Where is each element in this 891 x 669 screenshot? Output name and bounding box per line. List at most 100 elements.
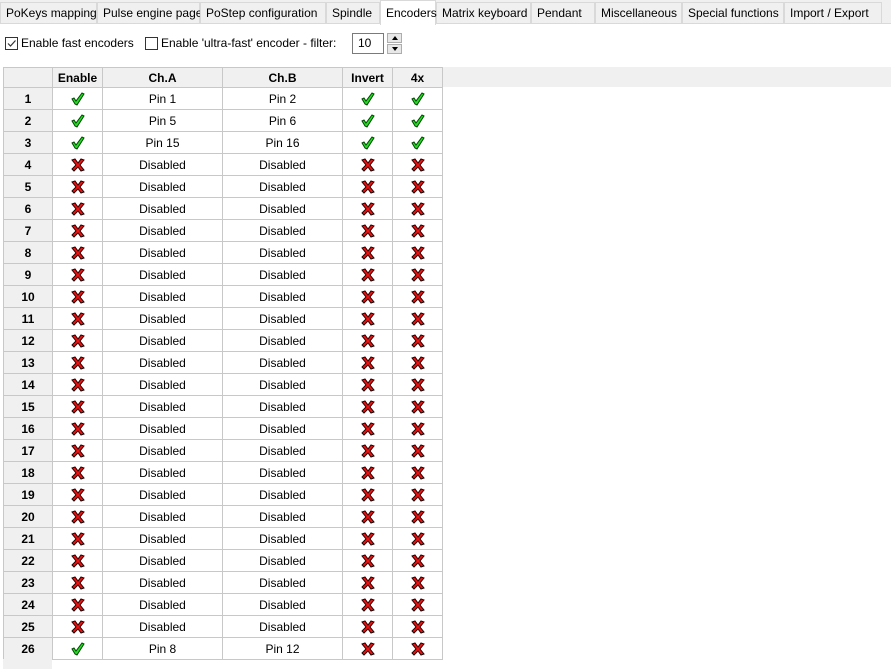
row-header[interactable]: 7 [3,219,53,242]
chb-cell[interactable]: Disabled [222,549,343,572]
enable-cell[interactable] [52,593,103,616]
x4-cell[interactable] [392,351,443,374]
tab-spindle[interactable]: Spindle [326,2,380,23]
cha-cell[interactable]: Disabled [102,219,223,242]
chb-cell[interactable]: Disabled [222,505,343,528]
x4-cell[interactable] [392,461,443,484]
row-header[interactable]: 22 [3,549,53,572]
row-header[interactable]: 18 [3,461,53,484]
enable-cell[interactable] [52,329,103,352]
invert-cell[interactable] [342,593,393,616]
enable-cell[interactable] [52,263,103,286]
enable-cell[interactable] [52,549,103,572]
x4-cell[interactable] [392,637,443,660]
enable-cell[interactable] [52,109,103,132]
x4-cell[interactable] [392,153,443,176]
x4-cell[interactable] [392,593,443,616]
cha-cell[interactable]: Disabled [102,285,223,308]
chb-cell[interactable]: Disabled [222,285,343,308]
invert-cell[interactable] [342,351,393,374]
cha-cell[interactable]: Disabled [102,395,223,418]
enable-cell[interactable] [52,197,103,220]
chb-cell[interactable]: Pin 2 [222,87,343,110]
tab-special-functions[interactable]: Special functions [682,2,784,23]
cha-cell[interactable]: Disabled [102,505,223,528]
x4-cell[interactable] [392,175,443,198]
x4-cell[interactable] [392,263,443,286]
invert-cell[interactable] [342,329,393,352]
tab-encoders[interactable]: Encoders [380,0,437,25]
x4-cell[interactable] [392,329,443,352]
invert-cell[interactable] [342,571,393,594]
invert-cell[interactable] [342,109,393,132]
enable-cell[interactable] [52,395,103,418]
enable-cell[interactable] [52,571,103,594]
row-header[interactable]: 1 [3,87,53,110]
cha-cell[interactable]: Disabled [102,417,223,440]
chb-cell[interactable]: Disabled [222,373,343,396]
x4-cell[interactable] [392,527,443,550]
row-header[interactable]: 16 [3,417,53,440]
x4-cell[interactable] [392,87,443,110]
tab-import-export[interactable]: Import / Export [784,2,882,23]
x4-cell[interactable] [392,505,443,528]
x4-cell[interactable] [392,131,443,154]
enable-cell[interactable] [52,241,103,264]
cha-cell[interactable]: Disabled [102,307,223,330]
x4-cell[interactable] [392,109,443,132]
row-header[interactable]: 13 [3,351,53,374]
chb-cell[interactable]: Disabled [222,307,343,330]
enable-cell[interactable] [52,505,103,528]
cha-cell[interactable]: Disabled [102,527,223,550]
cha-cell[interactable]: Disabled [102,483,223,506]
enable-cell[interactable] [52,637,103,660]
invert-cell[interactable] [342,263,393,286]
cha-cell[interactable]: Pin 8 [102,637,223,660]
tab-postep-configuration[interactable]: PoStep configuration [200,2,326,23]
invert-cell[interactable] [342,307,393,330]
row-header[interactable]: 26 [3,637,53,660]
chb-cell[interactable]: Pin 6 [222,109,343,132]
column-header-4x[interactable]: 4x [392,67,443,88]
chb-cell[interactable]: Disabled [222,197,343,220]
enable-cell[interactable] [52,351,103,374]
tab-pokeys-mapping[interactable]: PoKeys mapping [0,2,97,23]
row-header[interactable]: 11 [3,307,53,330]
chb-cell[interactable]: Disabled [222,417,343,440]
invert-cell[interactable] [342,373,393,396]
row-header[interactable]: 20 [3,505,53,528]
invert-cell[interactable] [342,549,393,572]
x4-cell[interactable] [392,571,443,594]
cha-cell[interactable]: Disabled [102,373,223,396]
cha-cell[interactable]: Disabled [102,197,223,220]
row-header[interactable]: 9 [3,263,53,286]
invert-cell[interactable] [342,131,393,154]
row-header[interactable]: 2 [3,109,53,132]
row-header[interactable]: 24 [3,593,53,616]
invert-cell[interactable] [342,637,393,660]
tab-pulse-engine-page[interactable]: Pulse engine page [97,2,202,23]
chb-cell[interactable]: Disabled [222,351,343,374]
x4-cell[interactable] [392,483,443,506]
x4-cell[interactable] [392,395,443,418]
column-header-cha[interactable]: Ch.A [102,67,223,88]
row-header[interactable]: 23 [3,571,53,594]
filter-input[interactable]: 10 [352,33,384,54]
x4-cell[interactable] [392,307,443,330]
cha-cell[interactable]: Disabled [102,439,223,462]
cha-cell[interactable]: Pin 15 [102,131,223,154]
row-header[interactable]: 3 [3,131,53,154]
cha-cell[interactable]: Disabled [102,263,223,286]
enable-cell[interactable] [52,483,103,506]
row-header[interactable]: 19 [3,483,53,506]
row-header[interactable]: 17 [3,439,53,462]
invert-cell[interactable] [342,417,393,440]
x4-cell[interactable] [392,549,443,572]
invert-cell[interactable] [342,615,393,638]
enable-cell[interactable] [52,87,103,110]
invert-cell[interactable] [342,505,393,528]
chb-cell[interactable]: Disabled [222,263,343,286]
x4-cell[interactable] [392,285,443,308]
x4-cell[interactable] [392,241,443,264]
column-header-chb[interactable]: Ch.B [222,67,343,88]
